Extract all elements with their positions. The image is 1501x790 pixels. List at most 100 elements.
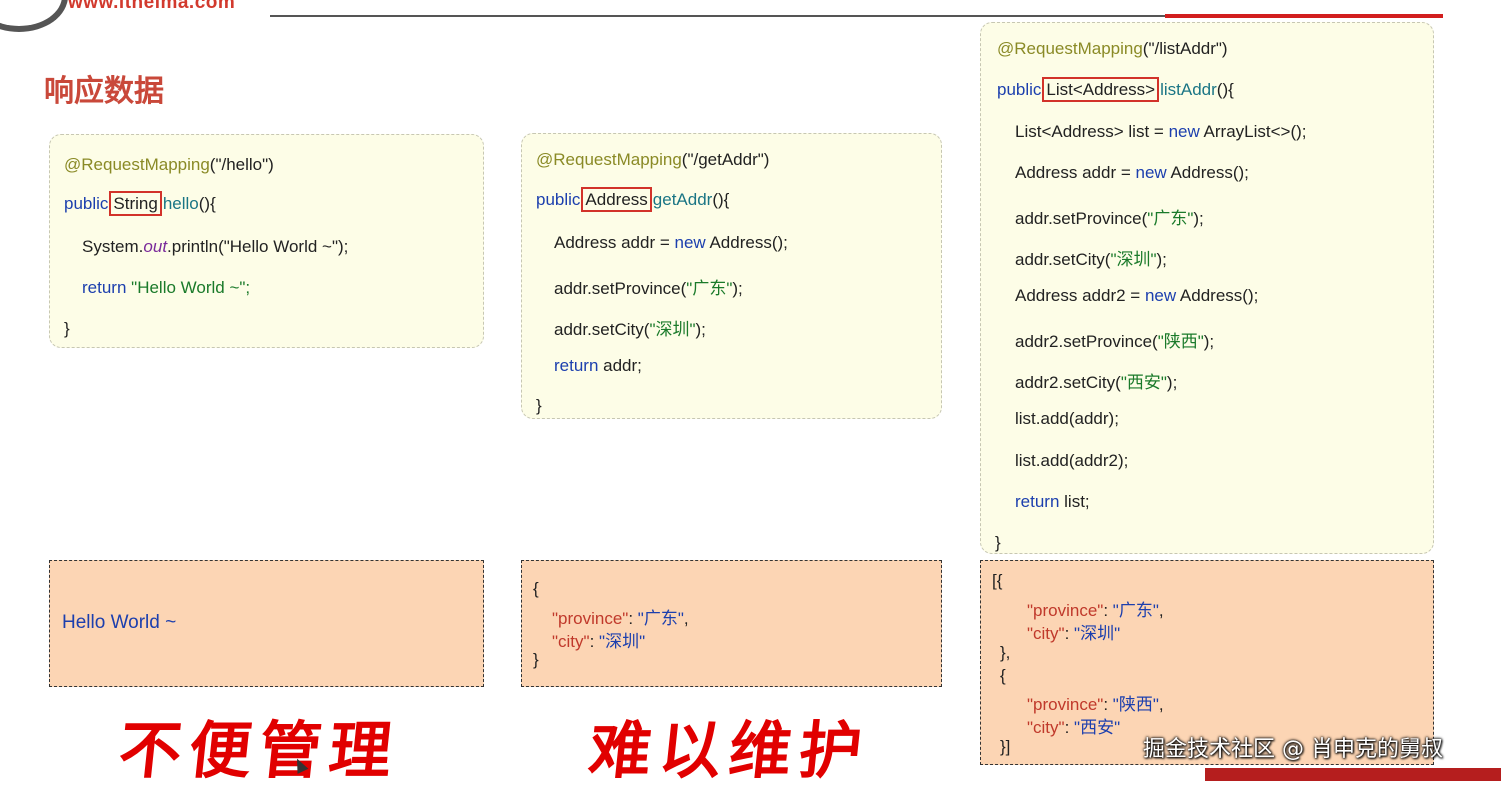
code-line: addr2.setProvince("陕西");	[1015, 327, 1214, 352]
json-key: "province"	[552, 609, 629, 628]
method-name: getAddr	[652, 190, 713, 209]
response-hello: Hello World ~	[49, 560, 484, 687]
code-line: List<Address> list = new ArrayList<>();	[1015, 122, 1307, 142]
response-text: Hello World ~	[62, 612, 177, 633]
keyword-new: new	[674, 233, 706, 252]
json-separator: },	[1000, 643, 1011, 662]
keyword-new: new	[1135, 163, 1167, 182]
code-line: addr.setCity("深圳");	[554, 315, 706, 340]
code-string: "陕西"	[1157, 332, 1204, 351]
code-line: list.add(addr2);	[1015, 451, 1129, 470]
return-value: list;	[1059, 492, 1090, 511]
json-key: "province"	[1027, 695, 1104, 714]
keyword-return: return	[82, 278, 127, 297]
code-text: addr.setProvince(	[1015, 209, 1148, 228]
site-url: www.itheima.com	[68, 0, 236, 13]
code-block-hello: @RequestMapping("/hello") public String he…	[49, 134, 484, 348]
method-sig-rest: (){	[712, 190, 730, 209]
code-text: ArrayList<>();	[1199, 122, 1307, 141]
code-line: addr.setProvince("广东");	[554, 274, 743, 299]
json-open-obj: {	[1000, 666, 1006, 685]
json-key: "city"	[552, 632, 590, 651]
json-close: }]	[1000, 737, 1011, 756]
code-annotation-line: @RequestMapping("/getAddr")	[536, 150, 769, 170]
code-return-line: return "Hello World ~";	[82, 278, 250, 298]
code-signature-line: public String hello(){	[64, 191, 216, 216]
annotation-path: ("/getAddr")	[681, 150, 770, 169]
code-string: "广东"	[1147, 209, 1194, 228]
code-annotation-line: @RequestMapping("/listAddr")	[997, 39, 1228, 59]
logo-icon	[0, 0, 68, 32]
code-text: );	[732, 279, 743, 298]
code-text: );	[1156, 250, 1167, 269]
code-text: addr2.setProvince(	[1015, 332, 1158, 351]
json-key: "city"	[1027, 624, 1065, 643]
code-text: addr.setCity(	[554, 320, 650, 339]
code-string: "深圳"	[649, 320, 696, 339]
code-text: Address();	[705, 233, 788, 252]
json-line: "province": "陕西",	[1027, 695, 1164, 714]
keyword-new: new	[1168, 122, 1200, 141]
code-close-brace: }	[64, 319, 70, 338]
method-name: hello	[162, 194, 199, 213]
code-line: System.out.println("Hello World ~");	[82, 237, 348, 257]
json-line: "city": "深圳"	[1027, 624, 1121, 643]
json-value: "广东"	[637, 609, 684, 628]
code-return-line: return list;	[1015, 492, 1090, 512]
code-close-brace: }	[536, 396, 542, 415]
keyword-public: public	[536, 190, 581, 209]
json-key: "province"	[1027, 601, 1104, 620]
json-line: "city": "西安"	[1027, 718, 1121, 737]
annotation-path: ("/hello")	[209, 155, 274, 174]
bottom-red-strip	[1205, 768, 1501, 781]
json-key: "city"	[1027, 718, 1065, 737]
method-sig-rest: (){	[1216, 80, 1234, 99]
json-open: {	[533, 579, 539, 598]
json-line: "province": "广东",	[552, 609, 689, 628]
return-value: addr;	[598, 356, 642, 375]
json-value: "深圳"	[599, 632, 646, 651]
json-line: "city": "深圳"	[552, 632, 646, 651]
code-line: Address addr = new Address();	[1015, 163, 1249, 183]
code-field: out	[143, 237, 168, 256]
code-text: Address addr =	[1015, 163, 1136, 182]
return-type-highlight: Address	[581, 187, 652, 212]
code-text: Address();	[1176, 286, 1259, 305]
return-value: "Hello World ~";	[131, 278, 251, 297]
code-block-listaddr: @RequestMapping("/listAddr") public List<…	[980, 22, 1434, 554]
code-return-line: return addr;	[554, 356, 642, 376]
code-text: List<Address> list =	[1015, 122, 1169, 141]
header-accent-bar	[1165, 14, 1443, 18]
json-open: [{	[992, 571, 1003, 590]
return-type-highlight: List<Address>	[1042, 77, 1160, 102]
annotation-path: ("/listAddr")	[1142, 39, 1228, 58]
code-annotation-line: @RequestMapping("/hello")	[64, 155, 274, 175]
return-type-highlight: String	[109, 191, 162, 216]
code-string: "深圳"	[1110, 250, 1157, 269]
code-string: "广东"	[686, 279, 733, 298]
annotation: @RequestMapping	[997, 39, 1143, 58]
code-line: addr2.setCity("西安");	[1015, 368, 1177, 393]
code-line: Address addr = new Address();	[554, 233, 788, 253]
code-text: );	[1166, 373, 1178, 392]
json-line: "province": "广东",	[1027, 601, 1164, 620]
keyword-public: public	[997, 80, 1042, 99]
code-text: System.	[82, 237, 144, 256]
annotation: @RequestMapping	[64, 155, 210, 174]
annotation: @RequestMapping	[536, 150, 682, 169]
code-line: addr.setCity("深圳");	[1015, 245, 1167, 270]
code-text: Address();	[1166, 163, 1249, 182]
code-text: addr.setProvince(	[554, 279, 687, 298]
code-text: Address addr2 =	[1015, 286, 1145, 305]
code-text: addr.setCity(	[1015, 250, 1111, 269]
code-line: list.add(addr);	[1015, 409, 1119, 428]
code-string: "西安"	[1120, 373, 1167, 392]
code-signature-line: public Address getAddr(){	[536, 187, 730, 212]
code-line: Address addr2 = new Address();	[1015, 286, 1258, 306]
json-value: "广东"	[1112, 601, 1159, 620]
keyword-return: return	[1015, 492, 1060, 511]
code-text: .println("Hello World ~");	[167, 237, 349, 256]
code-text: );	[1203, 332, 1215, 351]
code-block-getaddr: @RequestMapping("/getAddr") public Addres…	[521, 133, 942, 419]
code-close-brace: }	[995, 533, 1001, 552]
